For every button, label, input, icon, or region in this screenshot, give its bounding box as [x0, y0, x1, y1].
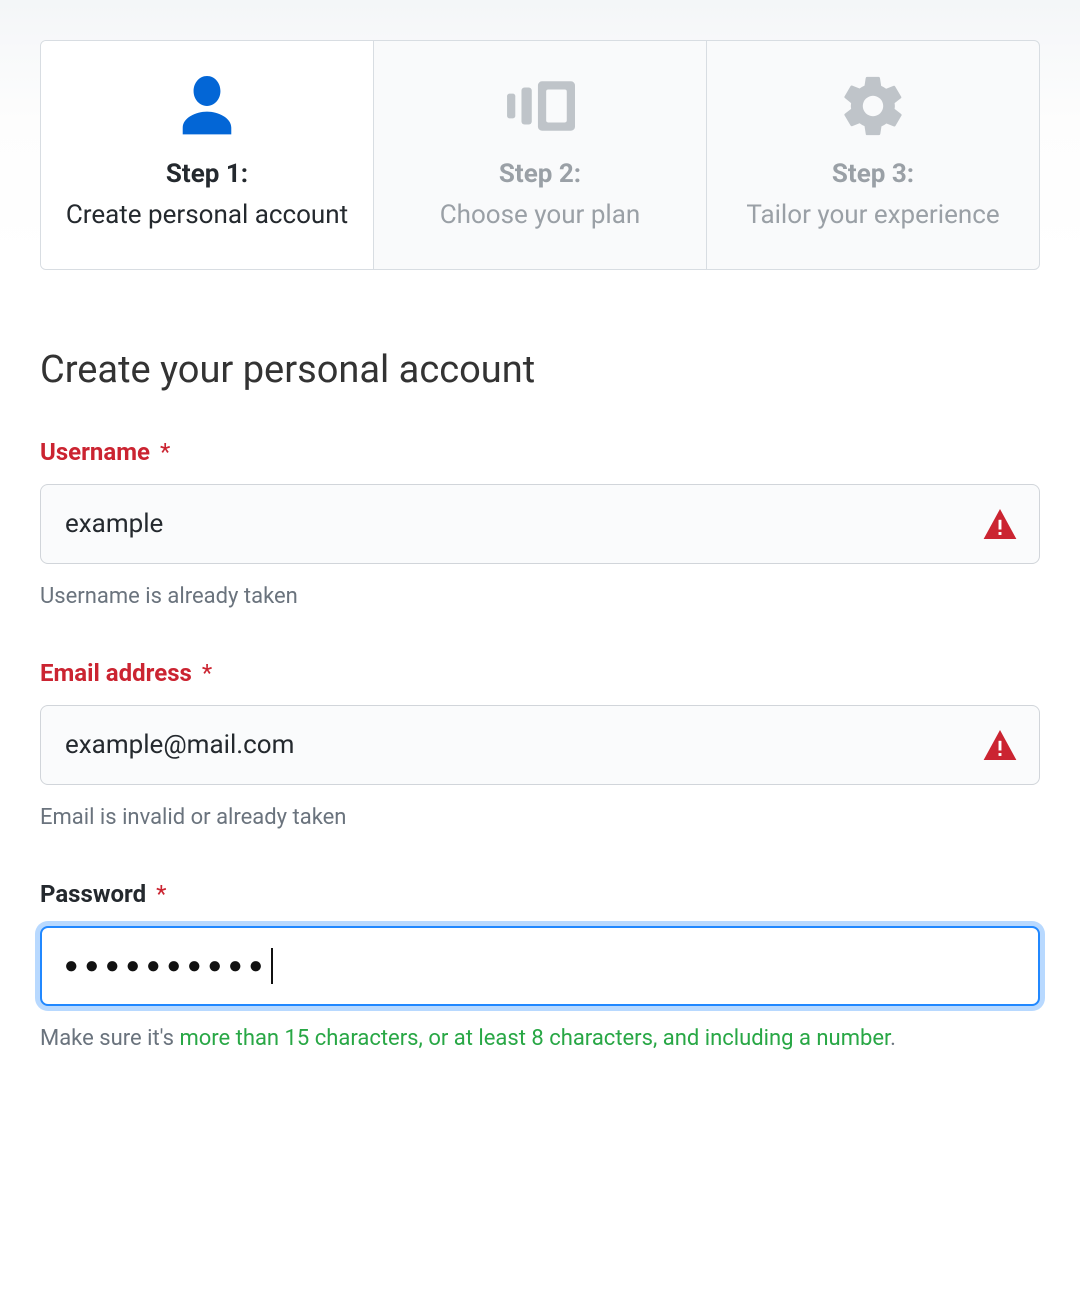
username-control	[40, 484, 1040, 564]
step-3-title: Step 3:	[727, 159, 1019, 189]
email-input[interactable]	[63, 706, 971, 784]
step-2-desc: Choose your plan	[394, 197, 686, 235]
step-1-title: Step 1:	[61, 159, 353, 189]
step-3-desc: Tailor your experience	[727, 197, 1019, 235]
versions-icon	[394, 71, 686, 141]
step-1-desc: Create personal account	[61, 197, 353, 235]
password-help: Make sure it's more than 15 characters, …	[40, 1022, 1040, 1055]
step-1[interactable]: Step 1: Create personal account	[41, 41, 374, 269]
username-input[interactable]	[63, 485, 971, 563]
warning-icon	[983, 730, 1017, 760]
password-control[interactable]: ●●●●●●●●●●	[40, 926, 1040, 1006]
required-mark: *	[160, 438, 170, 466]
password-label: Password *	[40, 880, 1040, 908]
step-2-title: Step 2:	[394, 159, 686, 189]
gear-icon	[727, 71, 1019, 141]
password-help-prefix: Make sure it's	[40, 1026, 179, 1051]
password-help-rule1: more than 15 characters	[179, 1026, 418, 1051]
person-icon	[61, 71, 353, 141]
required-mark: *	[202, 659, 212, 687]
password-help-rule3: and including a number	[663, 1026, 890, 1051]
warning-icon	[983, 509, 1017, 539]
signup-steps: Step 1: Create personal account Step 2: …	[40, 40, 1040, 270]
password-help-sep1: ,	[419, 1026, 429, 1051]
email-label-text: Email address	[40, 659, 192, 687]
step-2[interactable]: Step 2: Choose your plan	[374, 41, 707, 269]
password-help-rule2: or at least 8 characters	[428, 1026, 653, 1051]
email-field: Email address * Email is invalid or alre…	[40, 659, 1040, 834]
username-label-text: Username	[40, 438, 150, 466]
required-mark: *	[156, 880, 166, 908]
step-3[interactable]: Step 3: Tailor your experience	[707, 41, 1039, 269]
page-title: Create your personal account	[40, 348, 1040, 392]
password-mask: ●●●●●●●●●●	[64, 951, 269, 980]
password-label-text: Password	[40, 880, 146, 908]
email-label: Email address *	[40, 659, 1040, 687]
email-help: Email is invalid or already taken	[40, 801, 1040, 834]
password-help-sep2: ,	[653, 1026, 663, 1051]
email-control	[40, 705, 1040, 785]
text-caret	[271, 948, 273, 984]
password-field: Password * ●●●●●●●●●● Make sure it's mor…	[40, 880, 1040, 1055]
username-label: Username *	[40, 438, 1040, 466]
username-field: Username * Username is already taken	[40, 438, 1040, 613]
password-help-suffix: .	[890, 1026, 896, 1051]
username-help: Username is already taken	[40, 580, 1040, 613]
password-input[interactable]: ●●●●●●●●●●	[64, 928, 273, 1004]
